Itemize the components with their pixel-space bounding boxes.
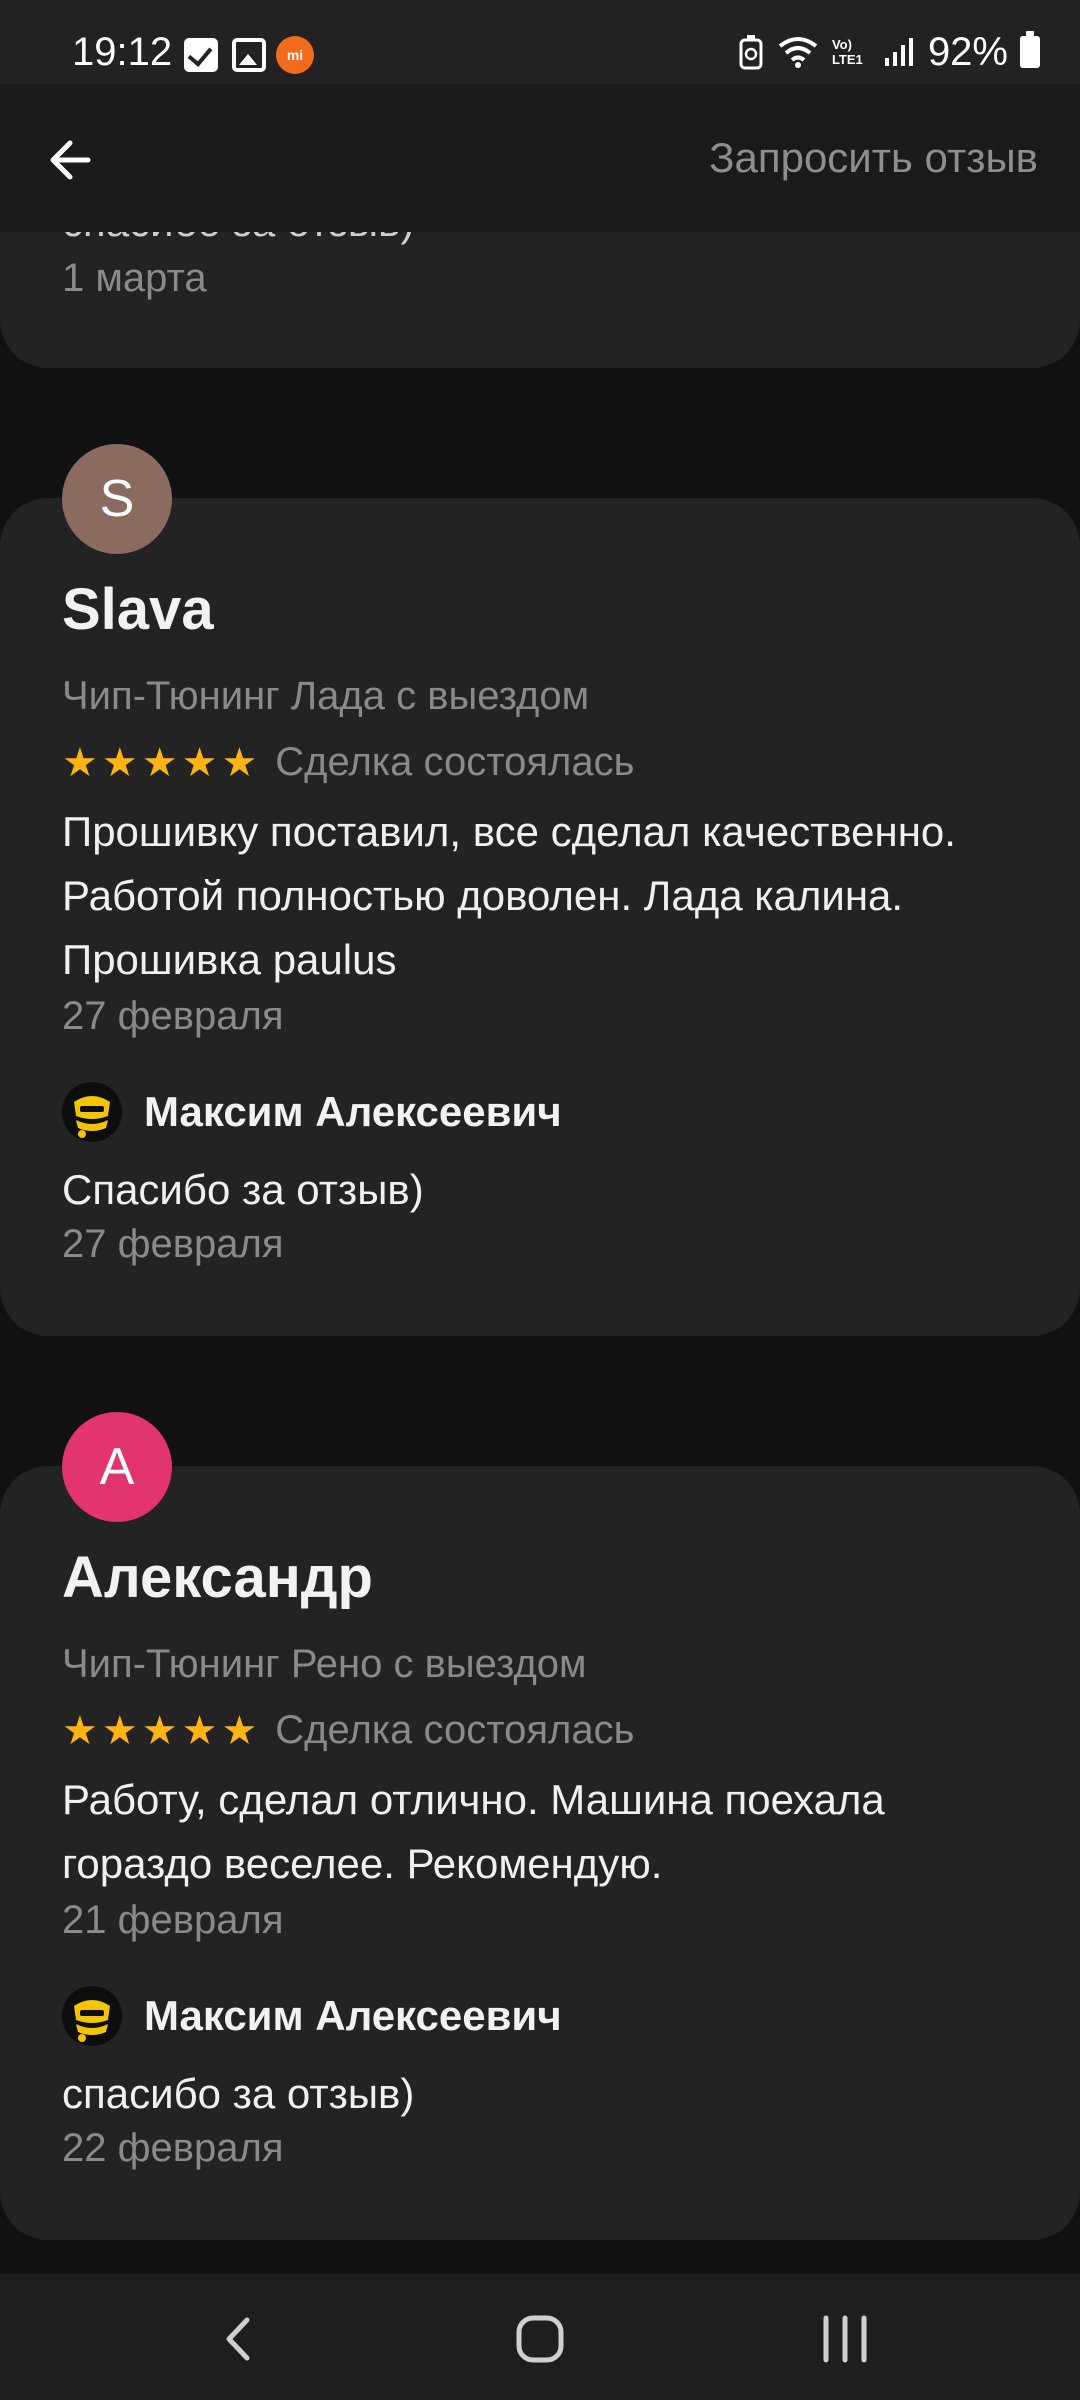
reply-author: Максим Алексеевич <box>62 1082 562 1142</box>
rating-row: ★ ★ ★ ★ ★ Сделка состоялась <box>62 740 634 785</box>
reviewer-avatar: S <box>62 444 172 554</box>
rating-stars: ★ ★ ★ ★ ★ <box>62 1711 257 1751</box>
review-date: 27 февраля <box>62 994 284 1038</box>
review-card: Slava Чип-Тюнинг Лада с выездом ★ ★ ★ ★ … <box>0 498 1080 1336</box>
review-text: Прошивку поставил, все сделал качественн… <box>62 808 956 983</box>
battery-icon <box>1020 31 1040 68</box>
star-icon: ★ <box>181 740 218 785</box>
business-logo-icon <box>62 1082 122 1142</box>
reply-date: 1 марта <box>62 256 207 300</box>
status-bar: 19:12 mi Vo) LTE1 92% <box>0 0 1080 84</box>
star-icon: ★ <box>62 740 98 785</box>
reply-date: 22 февраля <box>62 2126 284 2170</box>
review-card: Александр Чип-Тюнинг Рено с выездом ★ ★ … <box>0 1466 1080 2240</box>
review-date: 21 февраля <box>62 1898 284 1942</box>
status-indicators: Vo) LTE1 92% <box>738 30 1040 74</box>
task-check-icon <box>184 38 218 72</box>
reply-author-name: Максим Алексеевич <box>144 1992 562 2039</box>
system-nav-bar <box>0 2274 1080 2400</box>
star-icon: ★ <box>101 1708 138 1753</box>
business-logo-icon <box>62 1986 122 2046</box>
mi-app-icon: mi <box>276 36 314 74</box>
battery-percent: 92% <box>927 29 1008 74</box>
nav-home-icon[interactable] <box>505 2304 575 2374</box>
star-icon: ★ <box>101 740 138 785</box>
reply-author-name: Максим Алексеевич <box>144 1088 562 1135</box>
reply-author: Максим Алексеевич <box>62 1986 562 2046</box>
deal-status: Сделка состоялась <box>275 1708 635 1752</box>
wifi-icon <box>778 37 818 68</box>
star-icon: ★ <box>62 1708 98 1753</box>
review-text: Работу, сделал отлично. Машина поехала г… <box>62 1776 885 1887</box>
gallery-icon <box>232 38 266 72</box>
reply-text: Спасибо за отзыв) <box>62 1166 424 1213</box>
signal-icon <box>884 38 913 66</box>
deal-status: Сделка состоялась <box>275 740 635 784</box>
status-time: 19:12 <box>72 30 173 74</box>
star-icon: ★ <box>141 740 178 785</box>
reply-text: спасибо за отзыв) <box>62 2070 415 2117</box>
back-arrow-icon[interactable] <box>40 128 104 192</box>
reviewer-name: Александр <box>62 1545 373 1610</box>
app-bar: Запросить отзыв <box>0 84 1080 232</box>
rating-stars: ★ ★ ★ ★ ★ <box>62 743 257 783</box>
alarm-icon <box>739 35 763 70</box>
rating-row: ★ ★ ★ ★ ★ Сделка состоялась <box>62 1708 634 1753</box>
service-name: Чип-Тюнинг Рено с выездом <box>62 1642 587 1686</box>
reviewer-avatar: А <box>62 1412 172 1522</box>
star-icon: ★ <box>221 1708 258 1753</box>
reply-date: 27 февраля <box>62 1222 284 1266</box>
star-icon: ★ <box>221 740 258 785</box>
star-icon: ★ <box>141 1708 178 1753</box>
nav-recents-icon[interactable] <box>810 2304 880 2374</box>
request-review-button[interactable]: Запросить отзыв <box>709 134 1038 182</box>
network-label: Vo) LTE1 <box>831 37 863 67</box>
nav-back-icon[interactable] <box>205 2304 275 2374</box>
reviewer-name: Slava <box>62 577 214 642</box>
star-icon: ★ <box>181 1708 218 1753</box>
service-name: Чип-Тюнинг Лада с выездом <box>62 674 590 718</box>
